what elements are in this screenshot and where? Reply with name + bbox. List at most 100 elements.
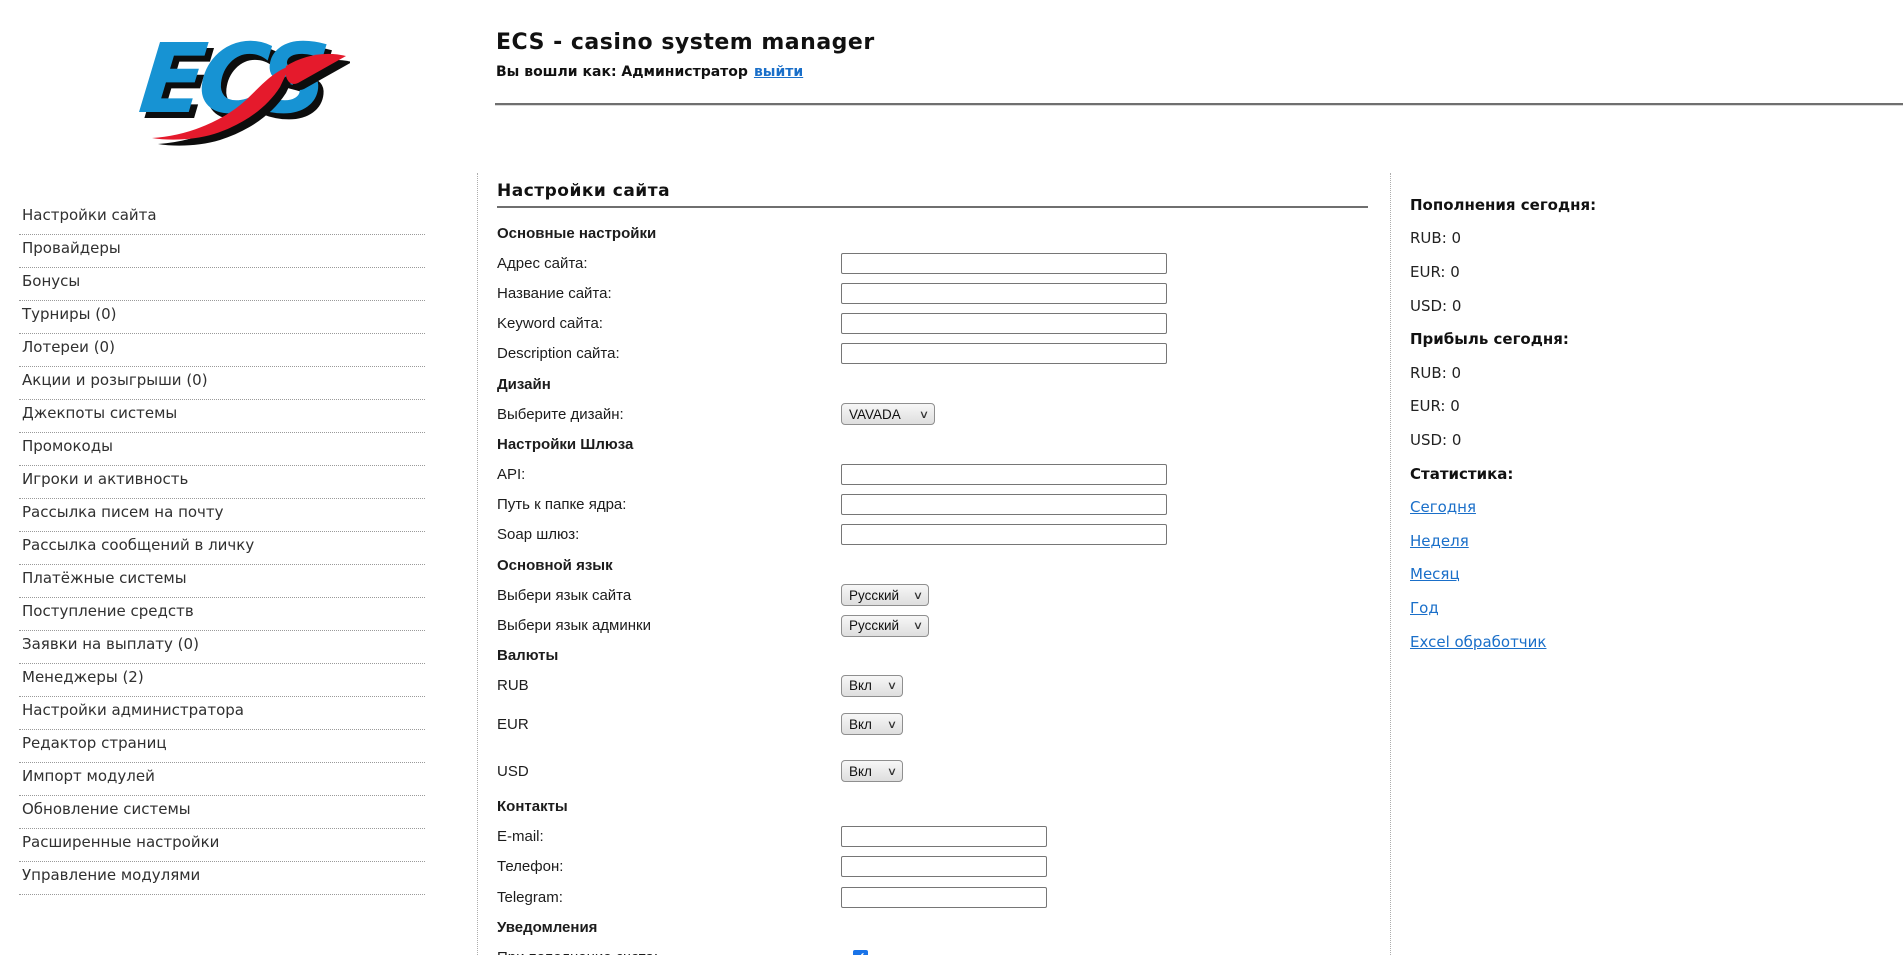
- ecs-logo[interactable]: ECS ECS: [135, 8, 352, 154]
- sidebar-item[interactable]: Лотереи (0): [19, 338, 425, 367]
- settings-panel: Настройки сайта Основные настройки Адрес …: [497, 181, 1368, 955]
- notification-checkbox[interactable]: ✓: [853, 949, 868, 955]
- sidebar-item[interactable]: Бонусы: [19, 272, 425, 301]
- stats-heading: Статистика:: [1410, 464, 1514, 483]
- chevron-down-icon: ∨: [912, 589, 924, 602]
- form-row: Выбери язык сайта Русский ∨: [497, 580, 1368, 610]
- text-input[interactable]: [841, 343, 1167, 365]
- form-row: E-mail:: [497, 822, 1368, 852]
- field-label: Телефон:: [497, 858, 564, 876]
- field-label: E-mail:: [497, 828, 544, 846]
- text-input[interactable]: [841, 856, 1047, 878]
- divider-sidebar-main: [477, 173, 478, 955]
- section-heading: Уведомления: [497, 918, 598, 936]
- sidebar-item[interactable]: Поступление средств: [19, 602, 425, 631]
- stats-link[interactable]: Год: [1410, 599, 1439, 617]
- text-input[interactable]: [841, 826, 1047, 848]
- settings-form: Основные настройки Адрес сайта: Название с…: [497, 218, 1368, 955]
- admin-page: ECS ECS ECS - casino system manager Вы в…: [0, 0, 1903, 955]
- select-value: Русский: [849, 618, 900, 634]
- field-label: Description сайта:: [497, 345, 620, 363]
- sidebar-item[interactable]: Управление модулями: [19, 866, 425, 895]
- select-dropdown[interactable]: Русский ∨: [841, 584, 929, 607]
- section-heading: Контакты: [497, 797, 568, 815]
- text-input[interactable]: [841, 524, 1167, 546]
- text-input[interactable]: [841, 886, 1047, 908]
- text-input[interactable]: [841, 464, 1167, 486]
- stats-panel: Пополнения сегодня: RUB: 0 EUR: 0 USD: 0 При…: [1410, 188, 1870, 658]
- sidebar-item[interactable]: Джекпоты системы: [19, 404, 425, 433]
- stats-link[interactable]: Excel обработчик: [1410, 633, 1546, 651]
- stats-link[interactable]: Сегодня: [1410, 498, 1476, 516]
- select-value: Вкл: [849, 678, 872, 694]
- panel-rule: [497, 206, 1368, 208]
- select-value: Русский: [849, 587, 900, 603]
- header-rule: [495, 103, 1903, 106]
- stats-link-row: Месяц: [1410, 558, 1870, 592]
- sidebar-item[interactable]: Игроки и активность: [19, 470, 425, 499]
- form-row: Keyword сайта:: [497, 309, 1368, 339]
- text-input[interactable]: [841, 282, 1167, 304]
- field-label: Выберите дизайн:: [497, 405, 624, 423]
- sidebar-item[interactable]: Обновление системы: [19, 800, 425, 829]
- stats-value: RUB: 0: [1410, 363, 1462, 382]
- field-label: При пополнение счета:: [497, 949, 841, 955]
- select-dropdown[interactable]: Вкл ∨: [841, 674, 903, 697]
- section-heading: Настройки Шлюза: [497, 435, 634, 453]
- select-dropdown[interactable]: Русский ∨: [841, 614, 929, 637]
- form-row: USD Вкл ∨: [497, 756, 1368, 786]
- sidebar-item[interactable]: Расширенные настройки: [19, 833, 425, 862]
- form-row: Путь к папке ядра:: [497, 490, 1368, 520]
- sidebar-menu: Настройки сайта Провайдеры Бонусы Турниры (…: [19, 206, 425, 895]
- form-row: Дизайн: [497, 369, 1368, 399]
- sidebar-item[interactable]: Настройки сайта: [19, 206, 425, 235]
- select-dropdown[interactable]: Вкл ∨: [841, 760, 903, 783]
- sidebar-item[interactable]: Настройки администратора: [19, 701, 425, 730]
- stats-link-row: Excel обработчик: [1410, 625, 1870, 659]
- text-input[interactable]: [841, 313, 1167, 335]
- stats-link[interactable]: Неделя: [1410, 532, 1469, 550]
- logout-link[interactable]: выйти: [754, 64, 803, 80]
- field-label: Название сайта:: [497, 284, 612, 302]
- form-row: Telegram:: [497, 882, 1368, 912]
- form-row: Выбери язык админки Русский ∨: [497, 610, 1368, 640]
- sidebar-item[interactable]: Импорт модулей: [19, 767, 425, 796]
- field-label: Telegram:: [497, 888, 563, 906]
- field-label: Soap шлюз:: [497, 526, 580, 544]
- stats-heading: Прибыль сегодня:: [1410, 330, 1569, 349]
- form-row: Soap шлюз:: [497, 520, 1368, 550]
- stats-value: EUR: 0: [1410, 262, 1460, 281]
- field-label: EUR: [497, 715, 529, 733]
- form-row: Уведомления: [497, 912, 1368, 942]
- stats-link-row: Сегодня: [1410, 490, 1870, 524]
- text-input[interactable]: [841, 252, 1167, 274]
- form-row: Настройки Шлюза: [497, 429, 1368, 459]
- sidebar-item[interactable]: Платёжные системы: [19, 569, 425, 598]
- sidebar-item[interactable]: Турниры (0): [19, 305, 425, 334]
- sidebar-item[interactable]: Провайдеры: [19, 239, 425, 268]
- sidebar-item[interactable]: Менеджеры (2): [19, 668, 425, 697]
- section-heading: Валюты: [497, 647, 559, 665]
- chevron-down-icon: ∨: [886, 718, 898, 731]
- select-dropdown[interactable]: Вкл ∨: [841, 713, 903, 736]
- form-row: API:: [497, 460, 1368, 490]
- sidebar-item[interactable]: Рассылка писем на почту: [19, 503, 425, 532]
- select-dropdown[interactable]: VAVADA ∨: [841, 403, 935, 426]
- sidebar-item[interactable]: Рассылка сообщений в личку: [19, 536, 425, 565]
- stats-heading: Пополнения сегодня:: [1410, 195, 1597, 214]
- text-input[interactable]: [841, 494, 1167, 516]
- form-row: RUB Вкл ∨: [497, 671, 1368, 701]
- stats-link[interactable]: Месяц: [1410, 565, 1460, 583]
- sidebar-item[interactable]: Акции и розыгрыши (0): [19, 371, 425, 400]
- select-value: VAVADA: [849, 406, 901, 422]
- header: ECS - casino system manager Вы вошли как…: [496, 30, 875, 80]
- field-label: RUB: [497, 677, 529, 695]
- sidebar-item[interactable]: Заявки на выплату (0): [19, 635, 425, 664]
- chevron-down-icon: ∨: [918, 408, 930, 421]
- form-row: Выберите дизайн: VAVADA ∨: [497, 399, 1368, 429]
- stats-value: EUR: 0: [1410, 397, 1460, 416]
- sidebar: Настройки сайта Провайдеры Бонусы Турниры (…: [19, 206, 425, 899]
- sidebar-item[interactable]: Промокоды: [19, 437, 425, 466]
- field-label: API:: [497, 466, 526, 484]
- sidebar-item[interactable]: Редактор страниц: [19, 734, 425, 763]
